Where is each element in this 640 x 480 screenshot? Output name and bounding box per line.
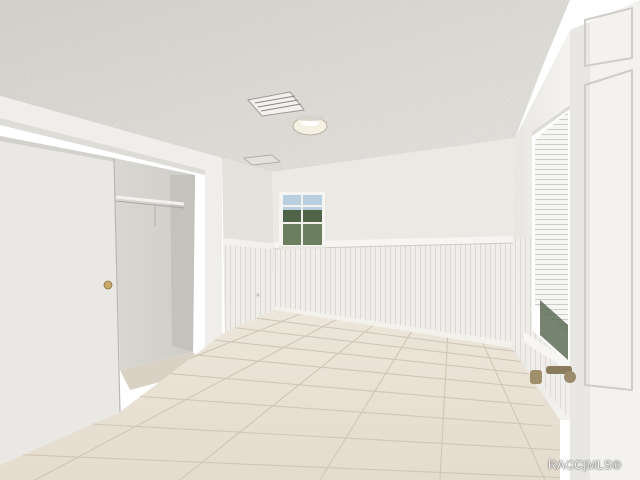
empty-bedroom-photo: RACC|MLS® xyxy=(0,0,640,480)
mls-watermark: RACC|MLS® xyxy=(548,458,622,472)
left-wall xyxy=(222,158,275,332)
back-window xyxy=(279,192,325,249)
closet-sliding-door xyxy=(0,136,121,465)
ceiling-light xyxy=(292,115,328,136)
door-pull xyxy=(103,280,113,290)
